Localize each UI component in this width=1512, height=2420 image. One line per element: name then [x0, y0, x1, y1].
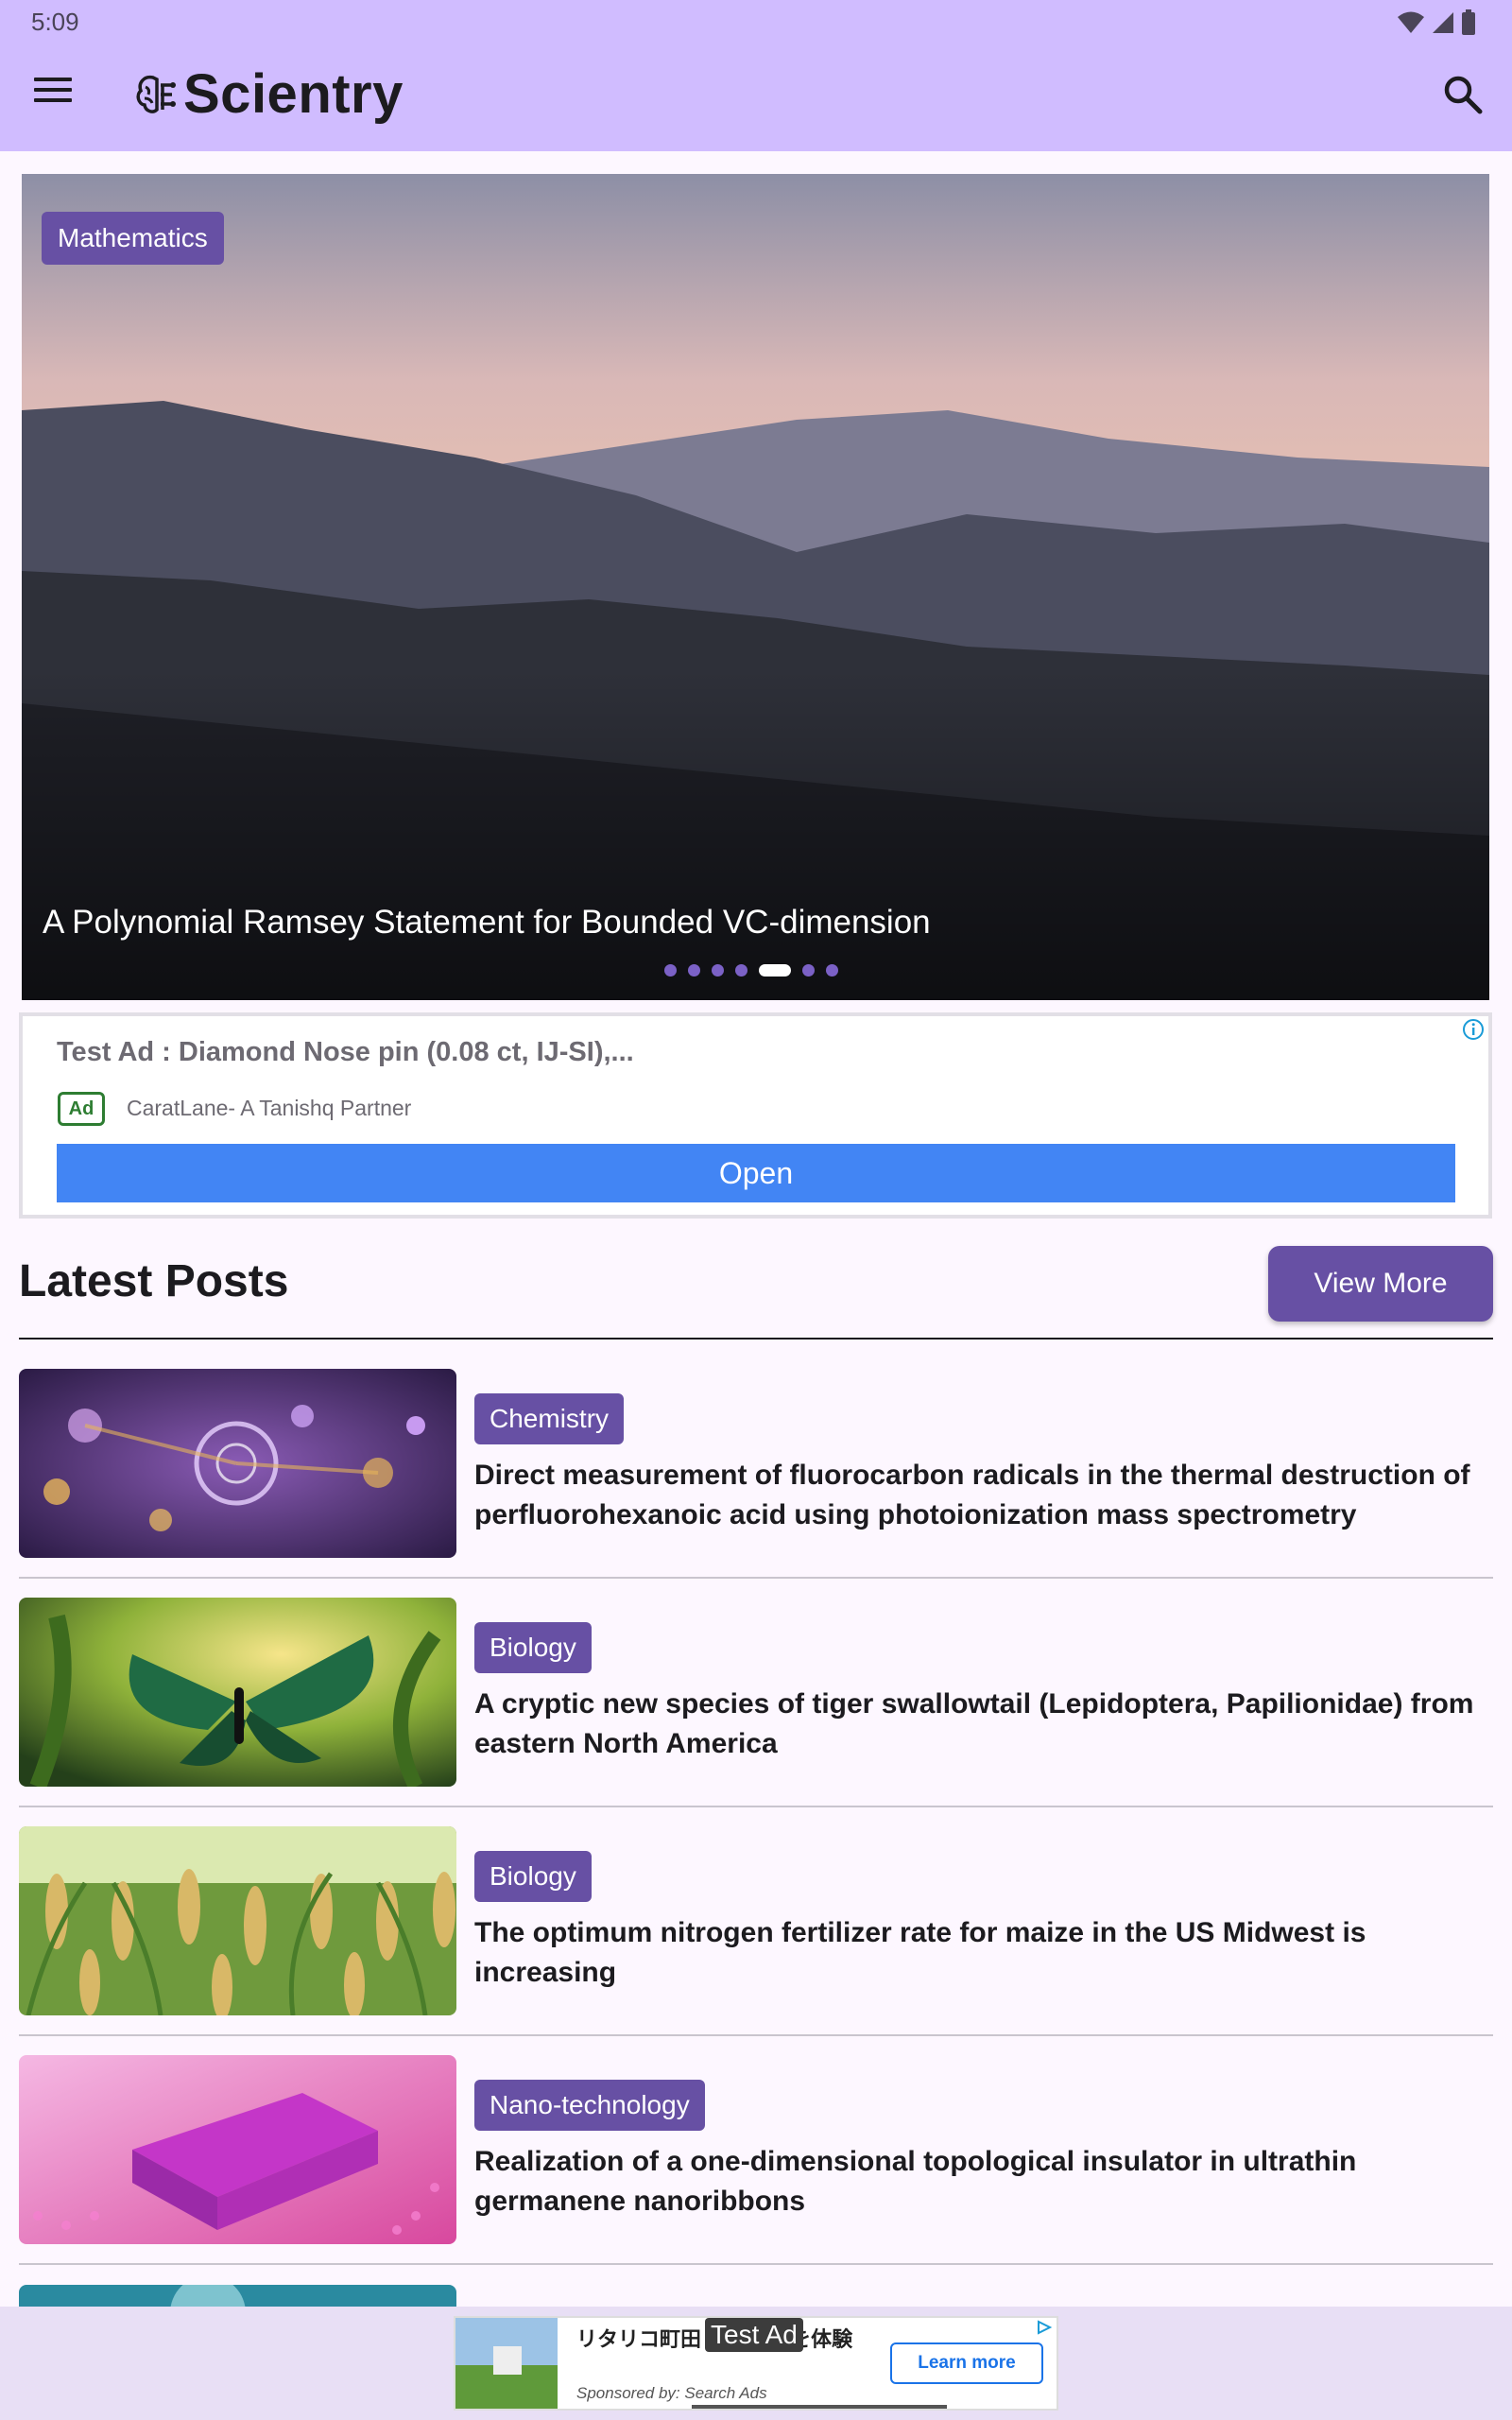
post-item[interactable]: Biology The optimum nitrogen fertilizer …: [19, 1826, 1493, 2053]
ad-badge: Ad: [58, 1092, 105, 1126]
divider: [19, 1338, 1493, 1340]
adchoices-icon[interactable]: [1036, 2320, 1053, 2335]
post-title[interactable]: Direct measurement of fluorocarbon radic…: [474, 1456, 1486, 1535]
carousel-dot[interactable]: [802, 964, 815, 977]
search-icon[interactable]: [1438, 70, 1487, 119]
carousel-dot[interactable]: [735, 964, 747, 977]
info-icon[interactable]: [1462, 1018, 1485, 1041]
carousel-dot[interactable]: [688, 964, 700, 977]
menu-icon[interactable]: [25, 66, 81, 113]
banner-ad-image: [455, 2318, 558, 2409]
banner-ad[interactable]: リタリコ町田 学びの形を体験 Sponsored by: Search Ads …: [454, 2316, 1058, 2411]
post-title[interactable]: Realization of a one-dimensional topolog…: [474, 2142, 1486, 2221]
carousel-indicator: [664, 964, 838, 977]
divider: [19, 1577, 1493, 1579]
carousel-dot[interactable]: [664, 964, 677, 977]
post-item[interactable]: Chemistry Direct measurement of fluoroca…: [19, 1369, 1493, 1596]
app-logo: Scientry: [134, 62, 404, 126]
banner-progress: [692, 2405, 947, 2409]
carousel-dot[interactable]: [712, 964, 724, 977]
post-thumbnail[interactable]: [19, 2055, 456, 2244]
brain-logo-icon: [136, 75, 176, 113]
status-time: 5:09: [31, 8, 79, 36]
post-category-chip[interactable]: Chemistry: [474, 1393, 625, 1444]
hero-title[interactable]: A Polynomial Ramsey Statement for Bounde…: [43, 904, 931, 942]
carousel-dot-active[interactable]: [759, 964, 791, 977]
ad-open-button[interactable]: Open: [57, 1144, 1455, 1202]
hero-carousel[interactable]: Mathematics A Polynomial Ramsey Statemen…: [22, 174, 1489, 1000]
carousel-dot[interactable]: [826, 964, 838, 977]
section-title: Latest Posts: [19, 1256, 289, 1306]
native-ad[interactable]: Test Ad : Diamond Nose pin (0.08 ct, IJ-…: [19, 1012, 1492, 1219]
wifi-icon: [1398, 11, 1424, 33]
divider: [19, 1806, 1493, 1807]
signal-icon: [1433, 12, 1453, 33]
hero-category-chip[interactable]: Mathematics: [42, 212, 224, 265]
post-item[interactable]: Biology A cryptic new species of tiger s…: [19, 1598, 1493, 1824]
learn-more-button[interactable]: Learn more: [890, 2342, 1043, 2384]
status-icons: [1397, 9, 1476, 36]
ad-title[interactable]: Test Ad : Diamond Nose pin (0.08 ct, IJ-…: [57, 1037, 634, 1068]
post-thumbnail[interactable]: [19, 1369, 456, 1558]
banner-ad-sponsor: Sponsored by: Search Ads: [576, 2384, 767, 2402]
ad-advertiser: CaratLane- A Tanishq Partner: [127, 1096, 412, 1120]
hero-image: [22, 174, 1489, 1000]
app-bar: 5:09 Scientry: [0, 0, 1512, 151]
post-title[interactable]: The optimum nitrogen fertilizer rate for…: [474, 1913, 1486, 1993]
battery-icon: [1462, 9, 1475, 35]
divider: [19, 2034, 1493, 2036]
divider: [19, 2263, 1493, 2265]
test-ad-label: Test Ad: [705, 2318, 803, 2352]
app-title: Scientry: [183, 63, 404, 125]
post-category-chip[interactable]: Biology: [474, 1622, 592, 1673]
post-category-chip[interactable]: Biology: [474, 1851, 592, 1902]
post-thumbnail[interactable]: [19, 1826, 456, 2015]
post-category-chip[interactable]: Nano-technology: [474, 2080, 705, 2131]
post-thumbnail[interactable]: [19, 1598, 456, 1787]
post-item[interactable]: Nano-technology Realization of a one-dim…: [19, 2055, 1493, 2282]
post-title[interactable]: A cryptic new species of tiger swallowta…: [474, 1685, 1486, 1764]
view-more-button[interactable]: View More: [1268, 1246, 1493, 1322]
